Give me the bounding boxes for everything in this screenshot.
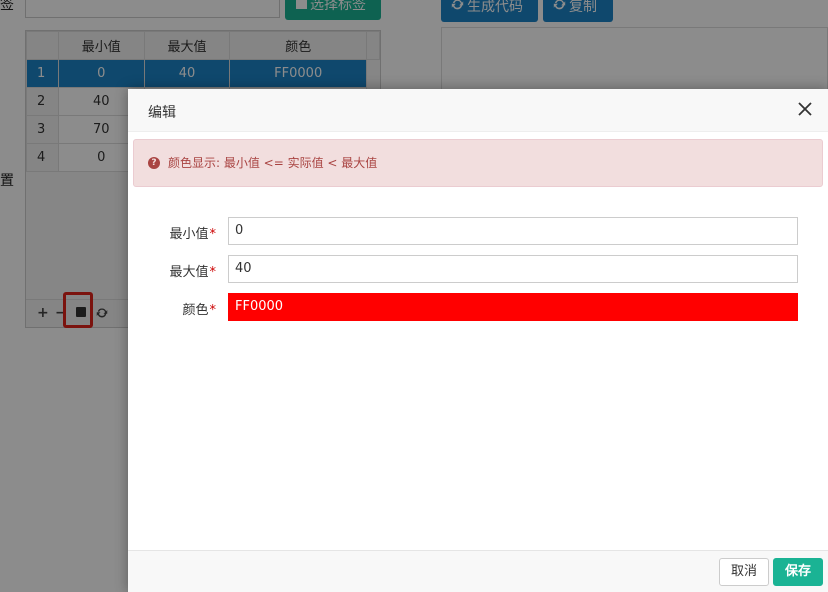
max-label-text: 最大值 bbox=[169, 265, 209, 280]
form-row-color: 颜色* FF0000 bbox=[128, 293, 828, 321]
max-value-input[interactable]: 40 bbox=[228, 255, 798, 283]
min-label: 最小值* bbox=[169, 223, 216, 242]
edit-dialog: 编辑 ? 颜色显示: 最小值 <= 实际值 < 最大值 最小值* 0 最大值* … bbox=[128, 89, 828, 592]
dialog-title: 编辑 bbox=[148, 105, 176, 121]
min-label-text: 最小值 bbox=[169, 227, 209, 242]
color-label: 颜色* bbox=[182, 299, 216, 318]
info-alert: ? 颜色显示: 最小值 <= 实际值 < 最大值 bbox=[133, 139, 823, 187]
question-circle-icon: ? bbox=[148, 157, 160, 169]
dialog-footer: 取消 保存 bbox=[128, 550, 828, 592]
required-mark: * bbox=[209, 303, 217, 318]
max-label: 最大值* bbox=[169, 261, 216, 280]
form-row-min: 最小值* 0 bbox=[128, 217, 828, 245]
dialog-header: 编辑 bbox=[128, 89, 828, 132]
color-label-text: 颜色 bbox=[182, 303, 209, 318]
color-value-input[interactable]: FF0000 bbox=[228, 293, 798, 321]
required-mark: * bbox=[209, 227, 217, 242]
close-button[interactable] bbox=[794, 98, 816, 120]
required-mark: * bbox=[209, 265, 217, 280]
save-button[interactable]: 保存 bbox=[773, 558, 823, 586]
cancel-button[interactable]: 取消 bbox=[719, 558, 769, 586]
alert-text: 颜色显示: 最小值 <= 实际值 < 最大值 bbox=[168, 156, 378, 170]
close-icon bbox=[798, 102, 812, 116]
form-row-max: 最大值* 40 bbox=[128, 255, 828, 283]
min-value-input[interactable]: 0 bbox=[228, 217, 798, 245]
